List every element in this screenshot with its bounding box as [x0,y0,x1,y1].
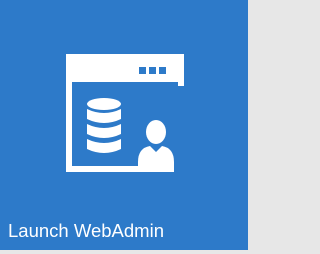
launch-webadmin-tile[interactable]: Launch WebAdmin [0,0,248,250]
webadmin-icon [66,54,184,172]
tile-label: Launch WebAdmin [8,220,164,241]
